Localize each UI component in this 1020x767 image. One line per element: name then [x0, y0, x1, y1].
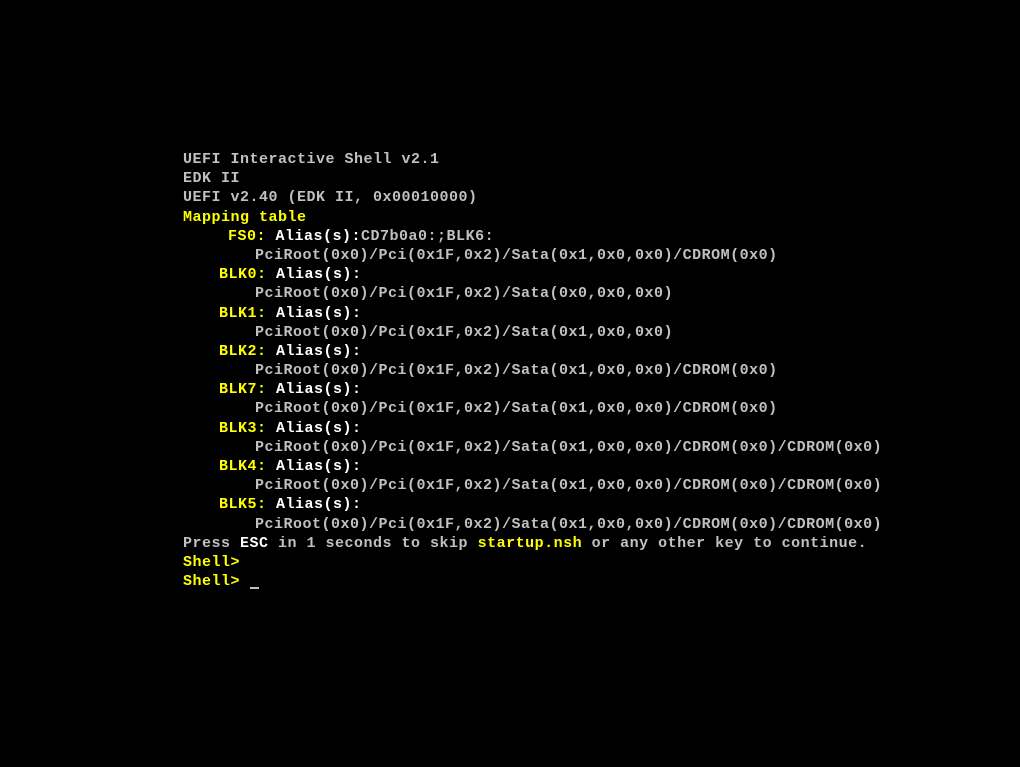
entry-path: PciRoot(0x0)/Pci(0x1F,0x2)/Sata(0x1,0x0,…: [183, 323, 1020, 342]
alias-prefix: Alias(s):: [276, 343, 362, 360]
header-line-2: EDK II: [183, 169, 1020, 188]
alias-prefix: Alias(s):: [276, 458, 362, 475]
header-line-1: UEFI Interactive Shell v2.1: [183, 150, 1020, 169]
press-esc-line: Press ESC in 1 seconds to skip startup.n…: [183, 534, 1020, 553]
entry-label: BLK5:: [219, 496, 267, 513]
entry-label: BLK2:: [219, 343, 267, 360]
entry-label: BLK1:: [219, 305, 267, 322]
alias-prefix: Alias(s):: [276, 381, 362, 398]
shell-prompt-active[interactable]: Shell>: [183, 572, 1020, 591]
alias-prefix: Alias(s):: [276, 305, 362, 322]
entry-path: PciRoot(0x0)/Pci(0x1F,0x2)/Sata(0x1,0x0,…: [183, 246, 1020, 265]
shell-prompt-1: Shell>: [183, 553, 1020, 572]
alias-prefix: Alias(s):: [276, 266, 362, 283]
header-line-3: UEFI v2.40 (EDK II, 0x00010000): [183, 188, 1020, 207]
alias-prefix: Alias(s):: [276, 420, 362, 437]
entry-label: FS0:: [228, 228, 266, 245]
esc-key: ESC: [240, 535, 269, 552]
mapping-table-header: Mapping table: [183, 208, 1020, 227]
entry-path: PciRoot(0x0)/Pci(0x1F,0x2)/Sata(0x1,0x0,…: [183, 361, 1020, 380]
alias-value: CD7b0a0:;BLK6:: [361, 228, 494, 245]
entry-blk2: BLK2: Alias(s):: [183, 342, 1020, 361]
entry-blk4: BLK4: Alias(s):: [183, 457, 1020, 476]
entry-label: BLK0:: [219, 266, 267, 283]
entry-label: BLK3:: [219, 420, 267, 437]
alias-prefix: Alias(s):: [276, 496, 362, 513]
entry-label: BLK7:: [219, 381, 267, 398]
startup-nsh: startup.nsh: [478, 535, 583, 552]
entry-blk5: BLK5: Alias(s):: [183, 495, 1020, 514]
cursor: [250, 587, 259, 589]
entry-blk3: BLK3: Alias(s):: [183, 419, 1020, 438]
terminal-output: UEFI Interactive Shell v2.1 EDK II UEFI …: [183, 150, 1020, 591]
entry-path: PciRoot(0x0)/Pci(0x1F,0x2)/Sata(0x1,0x0,…: [183, 515, 1020, 534]
entry-path: PciRoot(0x0)/Pci(0x1F,0x2)/Sata(0x1,0x0,…: [183, 399, 1020, 418]
entry-path: PciRoot(0x0)/Pci(0x1F,0x2)/Sata(0x1,0x0,…: [183, 438, 1020, 457]
entry-label: BLK4:: [219, 458, 267, 475]
alias-prefix: Alias(s):: [276, 228, 362, 245]
entry-blk0: BLK0: Alias(s):: [183, 265, 1020, 284]
entry-fs0: FS0: Alias(s):CD7b0a0:;BLK6:: [183, 227, 1020, 246]
entry-path: PciRoot(0x0)/Pci(0x1F,0x2)/Sata(0x0,0x0,…: [183, 284, 1020, 303]
entry-blk1: BLK1: Alias(s):: [183, 304, 1020, 323]
entry-path: PciRoot(0x0)/Pci(0x1F,0x2)/Sata(0x1,0x0,…: [183, 476, 1020, 495]
entry-blk7: BLK7: Alias(s):: [183, 380, 1020, 399]
